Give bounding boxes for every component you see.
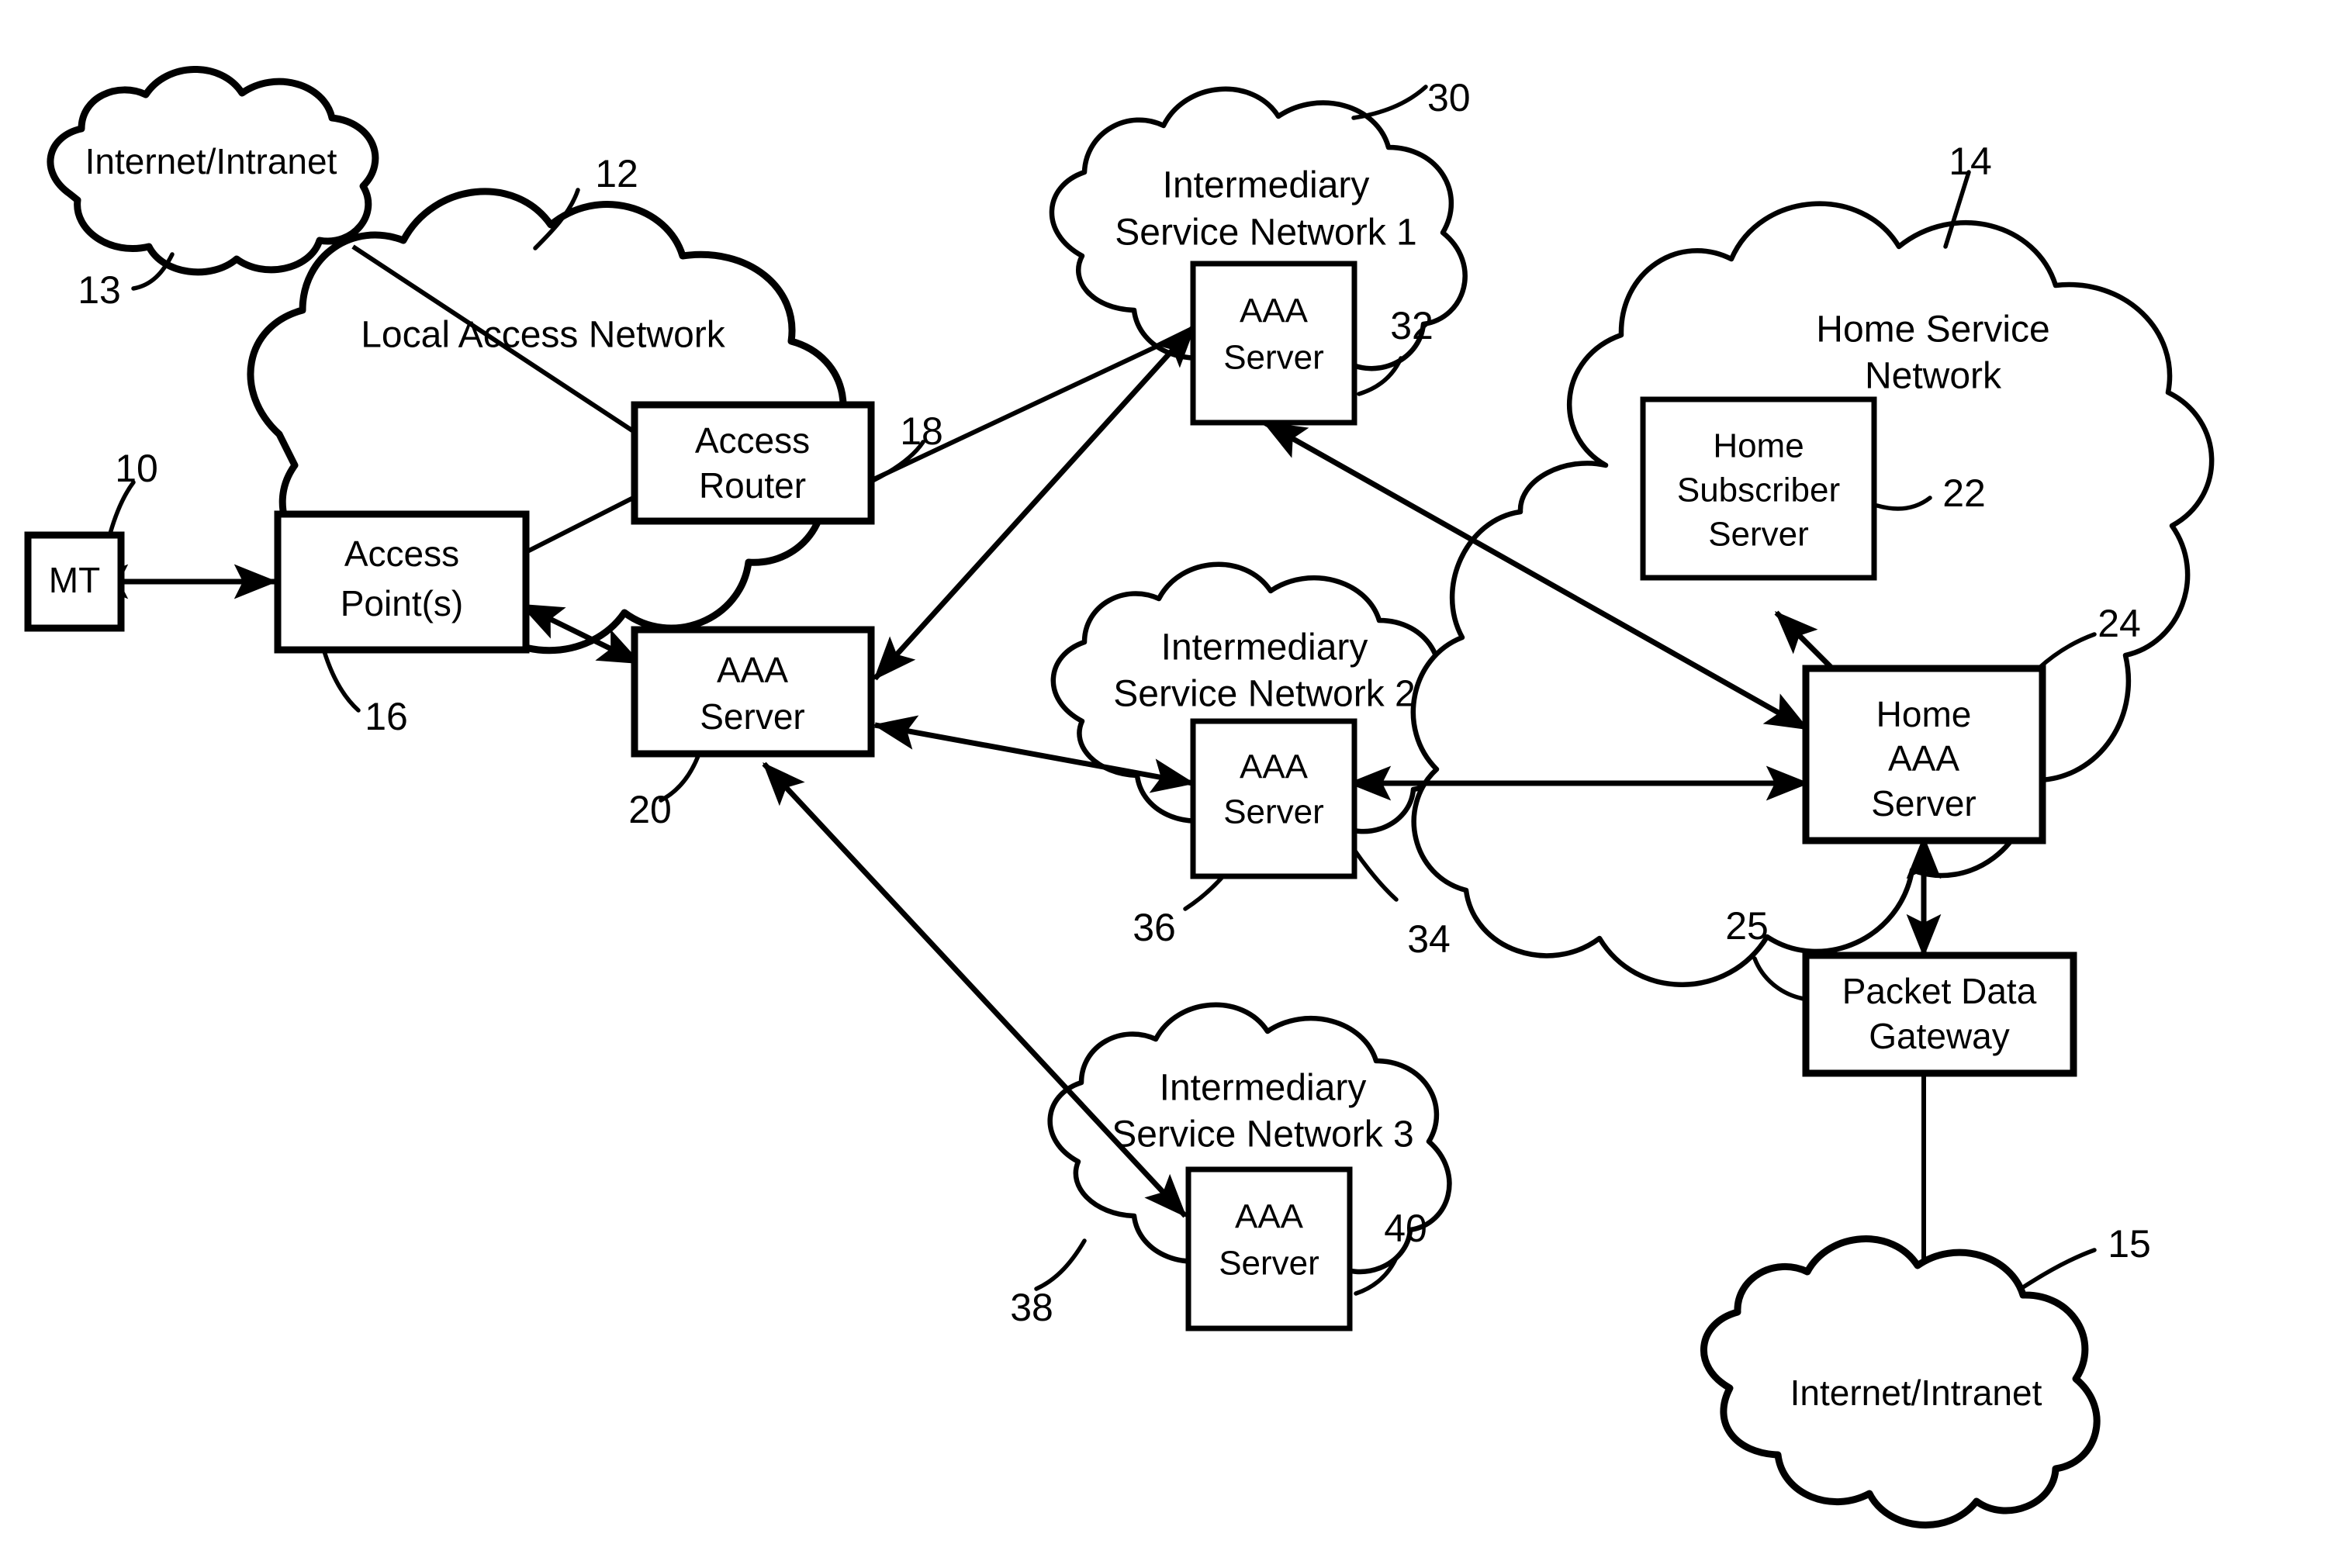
node-access-point[interactable]: Access Point(s) 16 [274, 510, 530, 738]
cloud-internet-intranet-bottom: Internet/Intranet 15 [1700, 1222, 2151, 1528]
cloud-title-internet-intranet-top: Internet/Intranet [85, 141, 337, 181]
cloud-title-isn2-line2: Service Network 2 [1113, 674, 1415, 715]
node-local-aaa-server[interactable]: AAA Server 20 [628, 626, 875, 831]
ref-number-25: 25 [1725, 904, 1769, 948]
node-hss-label-line1: Home [1713, 427, 1804, 465]
cloud-title-internet-intranet-bottom: Internet/Intranet [1790, 1373, 2042, 1413]
node-mt[interactable]: MT 10 [24, 447, 158, 632]
cloud-title-isn1-line1: Intermediary [1163, 165, 1370, 206]
node-local-aaa-label-line2: Server [700, 696, 804, 737]
ref-number-14: 14 [1949, 140, 1992, 183]
node-access-router-label-line1: Access [695, 420, 810, 461]
node-pdg-label-line2: Gateway [1869, 1016, 2010, 1056]
cloud-title-isn3-line1: Intermediary [1160, 1068, 1367, 1109]
ref-number-18: 18 [900, 409, 943, 453]
ref-number-16: 16 [365, 695, 408, 738]
node-access-router[interactable]: Access Router 18 [631, 401, 943, 525]
node-home-aaa-label-line1: Home [1876, 694, 1972, 734]
node-home-aaa-label-line2: AAA [1888, 738, 1959, 779]
network-architecture-diagram: Local Access Network 12 Internet/Intrane… [24, 66, 2215, 1528]
cloud-title-home-service-network-line2: Network [1865, 356, 2002, 397]
node-access-router-label-line2: Router [699, 465, 806, 506]
node-isn1-aaa-label-line2: Server [1223, 339, 1324, 377]
ref-number-10: 10 [115, 447, 158, 490]
connection-local-aaa-to-isn3-aaa [762, 762, 1188, 1218]
node-local-aaa-label-line1: AAA [717, 650, 788, 690]
node-isn1-aaa-label-line1: AAA [1240, 292, 1309, 330]
ref-number-20: 20 [628, 788, 672, 831]
ref-number-13: 13 [78, 268, 121, 312]
cloud-title-isn2-line1: Intermediary [1161, 627, 1368, 668]
cloud-title-home-service-network-line1: Home Service [1816, 309, 2049, 351]
ref-number-40: 40 [1384, 1207, 1427, 1250]
cloud-title-isn3-line2: Service Network 3 [1112, 1114, 1413, 1155]
patent-figure-canvas: Local Access Network 12 Internet/Intrane… [0, 0, 2331, 1568]
node-isn2-aaa-label-line2: Server [1223, 793, 1324, 831]
ref-number-38: 38 [1010, 1286, 1053, 1329]
ref-number-24: 24 [2098, 602, 2141, 645]
node-isn2-aaa-label-line1: AAA [1240, 748, 1309, 786]
ref-number-34: 34 [1407, 917, 1451, 961]
node-pdg-label-line1: Packet Data [1842, 971, 2037, 1011]
ref-number-22: 22 [1942, 471, 1986, 515]
node-home-aaa-label-line3: Server [1871, 783, 1976, 824]
node-isn3-aaa-label-line2: Server [1219, 1245, 1319, 1283]
node-hss-label-line3: Server [1708, 516, 1809, 554]
node-access-point-label-line1: Access [344, 534, 459, 574]
ref-number-15: 15 [2108, 1222, 2151, 1266]
ref-number-32: 32 [1390, 304, 1434, 347]
ref-number-12: 12 [595, 152, 638, 195]
node-access-point-label-line2: Point(s) [341, 583, 463, 623]
node-mt-label: MT [49, 560, 100, 600]
node-isn3-aaa-label-line1: AAA [1235, 1198, 1304, 1236]
node-hss-label-line2: Subscriber [1677, 471, 1840, 509]
connection-access-router-to-isn1-aaa [869, 323, 1202, 483]
cloud-title-local-access-network: Local Access Network [361, 315, 726, 356]
cloud-title-isn1-line2: Service Network 1 [1115, 212, 1416, 254]
ref-number-36-leader-target: 36 [1133, 906, 1176, 949]
ref-number-30: 30 [1427, 76, 1471, 119]
node-isn2-aaa-server[interactable]: AAA Server [1190, 718, 1357, 879]
